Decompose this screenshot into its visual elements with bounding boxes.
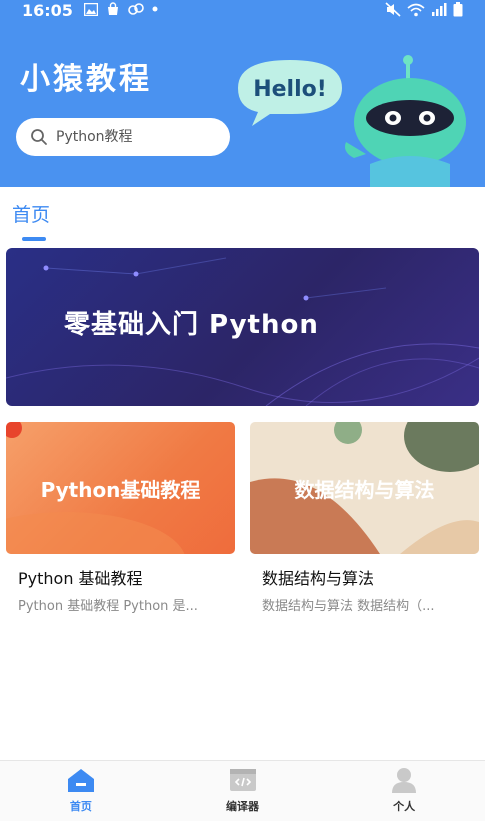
nav-item-compiler[interactable]: 编译器 [162,761,324,821]
course-card-subtitle: 数据结构与算法 数据结构（... [262,599,435,614]
course-card-data-structures[interactable]: 数据结构与算法 数据结构与算法 数据结构与算法 数据结构（... [250,422,479,614]
status-time: 16:05 [22,1,73,20]
course-card-image: Python基础教程 [6,422,235,554]
image-icon [84,2,98,16]
bottom-nav: 首页 编译器 个人 [0,760,485,821]
course-card-subtitle: Python 基础教程 Python 是... [18,599,198,614]
course-card-title: Python 基础教程 [18,569,143,588]
search-input[interactable] [56,129,206,145]
course-card-image-text: 数据结构与算法 [294,478,435,502]
status-bar: 16:05 [0,0,485,22]
wifi-icon [407,3,425,16]
nav-label: 编译器 [226,800,259,813]
course-card-title: 数据结构与算法 [262,569,375,588]
search-icon [31,129,47,145]
robot-mascot-illustration: Hello! [238,55,466,187]
bag-icon [108,2,118,15]
nav-item-home[interactable]: 首页 [0,761,162,821]
nav-label: 首页 [69,800,92,813]
nav-item-profile[interactable]: 个人 [323,761,485,821]
signal-icon [432,3,447,16]
nav-label: 个人 [393,800,416,813]
speech-bubble-text: Hello! [253,77,327,102]
search-bar[interactable] [16,118,230,156]
course-card-image-text: Python基础教程 [40,478,201,502]
mute-icon [385,2,401,17]
course-card-python[interactable]: Python基础教程 Python 基础教程 Python 基础教程 Pytho… [6,422,235,614]
app-title: 小猿教程 [20,62,152,97]
home-icon [67,769,94,792]
course-card-image: 数据结构与算法 [250,422,479,554]
person-icon [392,768,417,793]
tab-active-indicator [22,237,46,241]
tab-home[interactable]: 首页 [12,200,50,227]
link-icon [128,3,144,15]
banner-text: 零基础入门 Python [64,310,319,340]
promo-banner[interactable]: 零基础入门 Python [6,248,479,406]
dot-icon [152,6,158,12]
code-editor-icon [229,769,256,791]
battery-icon [453,2,463,17]
header: 16:05 小猿教程 Hello! [0,0,485,187]
